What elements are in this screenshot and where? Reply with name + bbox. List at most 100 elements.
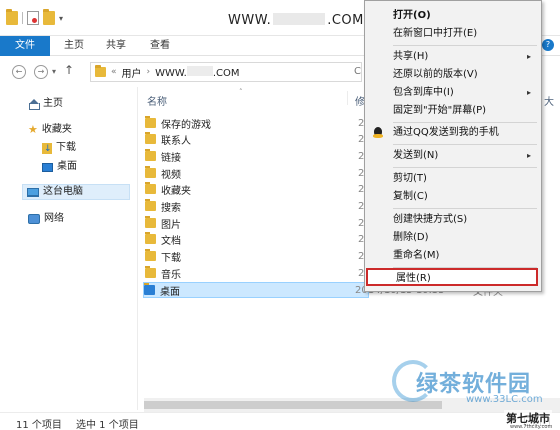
- menu-item-label: 重命名(M): [393, 250, 440, 261]
- menu-item-label: 剪切(T): [393, 173, 427, 184]
- address-bar[interactable]: « 用户 › WWW. .COM: [90, 62, 362, 82]
- item-count: 11 个项目: [16, 420, 62, 430]
- menu-item-cut[interactable]: 剪切(T): [365, 170, 541, 188]
- file-name: 联系人: [161, 135, 191, 147]
- table-row-selected[interactable]: 桌面: [143, 282, 369, 298]
- redacted-mask: [273, 13, 326, 25]
- menu-item-label: 打开(O): [393, 10, 431, 21]
- menu-item-include-in-library[interactable]: 包含到库中(I) ▸: [365, 84, 541, 102]
- nav-item-label: 这台电脑: [43, 186, 83, 197]
- toolbar-divider: [22, 12, 23, 24]
- menu-item-rename[interactable]: 重命名(M): [365, 247, 541, 265]
- nav-item-home[interactable]: 主页: [28, 96, 63, 112]
- menu-divider: [393, 122, 537, 123]
- menu-item-label: 包含到库中(I): [393, 87, 454, 98]
- nav-item-downloads[interactable]: 下载: [42, 140, 76, 157]
- videos-folder-icon: [145, 166, 156, 178]
- menu-item-copy[interactable]: 复制(C): [365, 188, 541, 206]
- menu-item-properties[interactable]: 属性(R): [366, 268, 538, 286]
- menu-item-label: 删除(D): [393, 232, 429, 243]
- file-name: 搜索: [161, 202, 181, 214]
- forward-button[interactable]: →: [34, 65, 48, 79]
- help-icon[interactable]: ?: [542, 39, 554, 51]
- file-name: 图片: [161, 219, 181, 231]
- selected-count: 选中 1 个项目: [76, 420, 139, 430]
- menu-item-label: 在新窗口中打开(E): [393, 28, 478, 39]
- menu-divider: [393, 167, 537, 168]
- menu-item-open[interactable]: 打开(O): [365, 7, 541, 25]
- nav-item-label: 主页: [43, 98, 63, 109]
- chevron-down-icon[interactable]: ▾: [59, 14, 63, 23]
- nav-item-label: 桌面: [57, 161, 77, 172]
- tab-home[interactable]: 主页: [56, 36, 92, 56]
- search-field-prefix[interactable]: C: [354, 66, 361, 77]
- breadcrumb-overflow-icon[interactable]: «: [111, 67, 117, 77]
- submenu-arrow-icon: ▸: [526, 88, 531, 97]
- navigation-pane: 主页 ★ 收藏夹 下载 桌面 这台电脑 网络: [0, 87, 138, 410]
- nav-item-label: 下载: [56, 142, 76, 153]
- tab-view[interactable]: 查看: [142, 36, 178, 56]
- breadcrumb-site[interactable]: WWW. .COM: [155, 65, 240, 79]
- menu-item-delete[interactable]: 删除(D): [365, 229, 541, 247]
- file-name: 链接: [161, 152, 181, 164]
- redacted-mask: [186, 65, 213, 76]
- folder-icon: [145, 116, 156, 128]
- up-arrow-icon[interactable]: ↑: [64, 63, 74, 77]
- submenu-arrow-icon: ▸: [526, 151, 531, 160]
- nav-item-desktop[interactable]: 桌面: [42, 159, 77, 175]
- watermark-url: www.33LC.com: [466, 394, 543, 405]
- menu-item-send-to[interactable]: 发送到(N) ▸: [365, 147, 541, 165]
- tab-file[interactable]: 文件: [0, 36, 50, 56]
- downloads-icon: [42, 141, 52, 157]
- tab-share[interactable]: 共享: [98, 36, 134, 56]
- menu-item-send-via-qq[interactable]: 通过QQ发送到我的手机: [365, 124, 541, 142]
- recent-locations-icon[interactable]: ▾: [52, 67, 56, 76]
- sort-arrow-icon: ˄: [239, 88, 243, 96]
- nav-item-network[interactable]: 网络: [28, 211, 64, 227]
- documents-folder-icon: [145, 232, 156, 244]
- menu-item-label: 属性(R): [396, 273, 431, 284]
- desktop-folder-icon: [144, 283, 155, 295]
- contacts-folder-icon: [145, 132, 156, 144]
- window-title: WWW. .COM: [228, 13, 364, 28]
- column-header-name[interactable]: 名称: [147, 93, 167, 108]
- pictures-folder-icon: [145, 216, 156, 228]
- nav-item-label: 网络: [44, 213, 64, 224]
- file-name: 桌面: [160, 286, 180, 298]
- breadcrumb-site-suffix: .COM: [212, 67, 240, 79]
- favorites-folder-icon: [145, 182, 156, 194]
- menu-item-restore-versions[interactable]: 还原以前的版本(V): [365, 66, 541, 84]
- menu-item-label: 发送到(N): [393, 150, 439, 161]
- menu-item-share[interactable]: 共享(H) ▸: [365, 48, 541, 66]
- network-icon: [28, 214, 40, 224]
- menu-item-label: 复制(C): [393, 191, 428, 202]
- breadcrumb-user[interactable]: 用户: [122, 65, 142, 80]
- folder-icon: [95, 65, 106, 77]
- menu-item-pin-to-start[interactable]: 固定到"开始"屏幕(P): [365, 102, 541, 120]
- menu-item-open-new-window[interactable]: 在新窗口中打开(E): [365, 25, 541, 43]
- menu-divider: [393, 208, 537, 209]
- desktop-icon: [42, 162, 53, 172]
- back-button[interactable]: ←: [12, 65, 26, 79]
- file-name: 音乐: [161, 269, 181, 281]
- submenu-arrow-icon: ▸: [526, 52, 531, 61]
- file-name: 收藏夹: [161, 185, 191, 197]
- menu-item-create-shortcut[interactable]: 创建快捷方式(S): [365, 211, 541, 229]
- nav-item-favorites[interactable]: ★ 收藏夹: [28, 122, 72, 138]
- column-header-size[interactable]: 大: [544, 93, 554, 108]
- chevron-right-icon[interactable]: ›: [147, 67, 151, 77]
- column-divider[interactable]: [347, 91, 348, 105]
- new-folder-icon[interactable]: [43, 9, 55, 25]
- properties-icon[interactable]: [27, 11, 39, 25]
- home-icon: [28, 99, 40, 110]
- folder-icon[interactable]: [6, 9, 18, 25]
- menu-item-label: 通过QQ发送到我的手机: [393, 127, 499, 138]
- nav-item-this-pc[interactable]: 这台电脑: [22, 184, 130, 200]
- file-name: 视频: [161, 169, 181, 181]
- file-name: 下载: [161, 252, 181, 264]
- watermark: 绿茶软件园 www.33LC.com 第七城市 www.7thcity.com: [392, 358, 560, 430]
- nav-item-label: 收藏夹: [41, 124, 72, 135]
- menu-item-label: 还原以前的版本(V): [393, 69, 478, 80]
- file-name: 文档: [161, 235, 181, 247]
- menu-item-label: 固定到"开始"屏幕(P): [393, 105, 487, 116]
